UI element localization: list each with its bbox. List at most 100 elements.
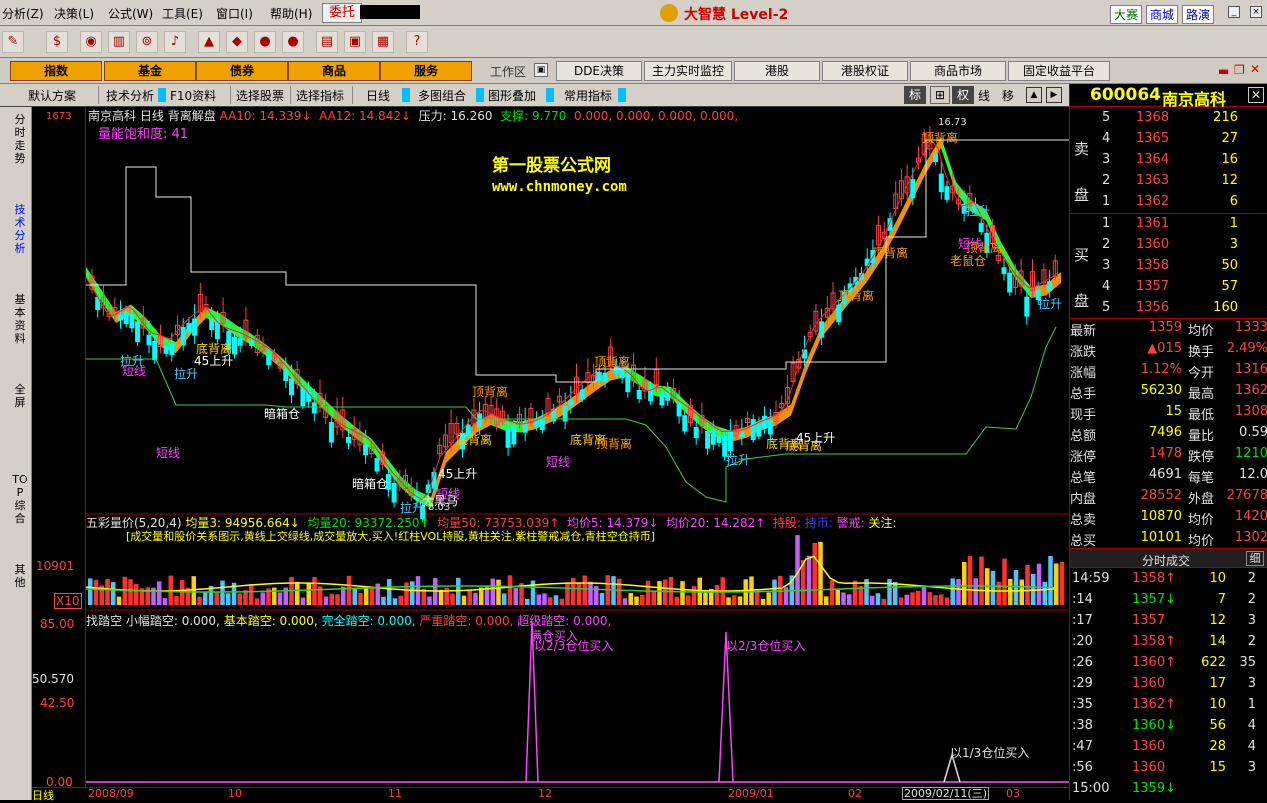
tick-row[interactable]: :56 1360 15 3 [1070, 758, 1267, 779]
nav-commodity-button[interactable]: 商品 [288, 61, 380, 81]
multi-dropdown-icon[interactable] [476, 88, 484, 102]
ask-row[interactable]: 2 1363 12 [1070, 171, 1267, 192]
close-icon[interactable]: × [1250, 6, 1262, 18]
menu-decision[interactable]: 决策(L) [54, 5, 94, 22]
period-dropdown-icon[interactable] [402, 88, 410, 102]
ruler-icon[interactable]: ✎ [2, 31, 24, 53]
glasses-icon[interactable]: ◉ [80, 31, 102, 53]
bid-row[interactable]: 2 1360 3 [1070, 235, 1267, 256]
ctrl-f10[interactable]: F10资料 [170, 87, 216, 104]
ctrl-default-scheme[interactable]: 默认方案 [28, 87, 76, 104]
dropdown-arrow-icon[interactable] [158, 88, 166, 102]
menu-tools[interactable]: 工具(E) [162, 5, 203, 22]
chart-expand-icon[interactable]: ▶ [1046, 87, 1062, 103]
chart-up-icon[interactable]: ▲ [1026, 87, 1042, 103]
nav-bond-button[interactable]: 债券 [196, 61, 288, 81]
window-min-icon[interactable]: ▬ [1218, 64, 1229, 78]
nav-dde-button[interactable]: DDE决策 [556, 61, 642, 81]
tick-row[interactable]: :29 1360 17 3 [1070, 674, 1267, 695]
tick-row[interactable]: :17 1357 12 3 [1070, 611, 1267, 632]
tick-row[interactable]: :38 1360↓ 56 4 [1070, 716, 1267, 737]
print-icon[interactable]: ▤ [316, 31, 338, 53]
tab-other[interactable]: 其他 [12, 563, 28, 589]
ctrl-period-daily[interactable]: 日线 [366, 87, 390, 104]
stat-row[interactable]: 涨停 1478 跌停 1210 [1070, 444, 1267, 465]
tab-basic-info[interactable]: 基本资料 [12, 293, 28, 345]
indicator-dropdown-icon[interactable] [618, 88, 626, 102]
tick-row[interactable]: :26 1360↑ 622 35 [1070, 653, 1267, 674]
books-icon[interactable]: ▦ [372, 31, 394, 53]
stat-row[interactable]: 总卖 10870 均价 1420 [1070, 507, 1267, 528]
minimize-icon[interactable]: _ [1228, 6, 1240, 18]
stat-row[interactable]: 总额 7496 量比 0.59 [1070, 423, 1267, 444]
stat-row[interactable]: 总手 56230 最高 1362 [1070, 381, 1267, 402]
tick-row[interactable]: :14 1357↓ 7 2 [1070, 590, 1267, 611]
bid-row[interactable]: 1 1361 1 [1070, 214, 1267, 235]
nav-market-button[interactable]: 商品市场 [910, 61, 1006, 81]
tick-row[interactable]: :47 1360 28 4 [1070, 737, 1267, 758]
ctrl-select-stock[interactable]: 选择股票 [236, 87, 284, 104]
ctrl-multi-chart[interactable]: 多图组合 [418, 87, 466, 104]
tab-intraday[interactable]: 分时走势 [12, 113, 28, 165]
tab-technical[interactable]: 技术分析 [12, 203, 28, 255]
overlay-dropdown-icon[interactable] [546, 88, 554, 102]
nav-fixed-income-button[interactable]: 固定收益平台 [1008, 61, 1110, 81]
menu-formula[interactable]: 公式(W) [108, 5, 153, 22]
menu-analysis[interactable]: 分析(Z) [2, 5, 44, 22]
ask-row[interactable]: 3 1364 16 [1070, 150, 1267, 171]
stat-row[interactable]: 总笔 4691 每笔 12.0 [1070, 465, 1267, 486]
tick-row[interactable]: :35 1362↑ 10 1 [1070, 695, 1267, 716]
quote-close-icon[interactable]: ✕ [1248, 87, 1264, 103]
entrust-button[interactable]: 委托 [322, 3, 363, 23]
binoculars-icon[interactable]: ⊚ [136, 31, 158, 53]
ctrl-move-button[interactable]: 移 [1002, 87, 1014, 104]
ctrl-mark-button[interactable]: 标 [904, 86, 926, 104]
window-restore-icon[interactable]: ❐ [1234, 63, 1245, 77]
stat-row[interactable]: 涨幅 1.12% 今开 1316 [1070, 360, 1267, 381]
window-icon[interactable]: ▣ [344, 31, 366, 53]
ask-row[interactable]: 4 1365 27 [1070, 129, 1267, 150]
stat-row[interactable]: 内盘 28552 外盘 27678 [1070, 486, 1267, 507]
window-close-icon[interactable]: ✕ [1250, 62, 1260, 76]
ctrl-common-indicator[interactable]: 常用指标 [564, 87, 612, 104]
nav-hk-warrant-button[interactable]: 港股权证 [822, 61, 908, 81]
bid-row[interactable]: 4 1357 57 [1070, 277, 1267, 298]
menu-window[interactable]: 窗口(I) [216, 5, 253, 22]
nav-fund-button[interactable]: 基金 [104, 61, 196, 81]
bid-row[interactable]: 5 1356 160 [1070, 298, 1267, 319]
dollar-icon[interactable]: $ [46, 31, 68, 53]
stat-row[interactable]: 总买 10101 均价 1302 [1070, 528, 1267, 549]
bid-row[interactable]: 3 1358 50 [1070, 256, 1267, 277]
diamond-icon[interactable]: ◆ [226, 31, 248, 53]
nav-service-button[interactable]: 服务 [380, 61, 472, 81]
nav-monitor-button[interactable]: 主力实时监控 [644, 61, 732, 81]
stat-row[interactable]: 现手 15 最低 1308 [1070, 402, 1267, 423]
workspace-toggle-icon[interactable]: ▣ [534, 63, 548, 77]
chart-area[interactable]: 南京高科 日线 背离解盘 AA10: 14.339↓, AA12: 14.842… [86, 107, 1069, 787]
contest-button[interactable]: 大赛 [1110, 5, 1143, 24]
ctrl-right-button[interactable]: 权 [952, 86, 974, 104]
red-circle-icon[interactable]: ● [254, 31, 276, 53]
stat-row[interactable]: 最新 1359 均价 1333 [1070, 318, 1267, 339]
blue-circle-icon[interactable]: ● [282, 31, 304, 53]
stat-row[interactable]: 涨跌 ▲015 换手 2.49% [1070, 339, 1267, 360]
nav-index-button[interactable]: 指数 [10, 61, 102, 81]
menu-help[interactable]: 帮助(H) [270, 5, 312, 22]
ctrl-select-indicator[interactable]: 选择指标 [296, 87, 344, 104]
tab-fullscreen[interactable]: 全屏 [12, 383, 28, 409]
tab-top[interactable]: TOP综合 [12, 473, 28, 525]
tick-detail-button[interactable]: 细 [1246, 551, 1264, 566]
mall-button[interactable]: 商城 [1146, 5, 1179, 24]
ask-row[interactable]: 1 1362 6 [1070, 192, 1267, 213]
roadshow-button[interactable]: 路演 [1182, 5, 1215, 24]
tick-row[interactable]: :20 1358↑ 14 2 [1070, 632, 1267, 653]
help-pointer-icon[interactable]: ? [406, 31, 428, 53]
x-period-label[interactable]: 日线 [32, 787, 54, 803]
tick-row[interactable]: 14:59 1358↑ 10 2 [1070, 569, 1267, 590]
nav-hk-button[interactable]: 港股 [734, 61, 820, 81]
chart-icon[interactable]: ▲ [198, 31, 220, 53]
ask-row[interactable]: 5 1368 216 [1070, 108, 1267, 129]
ctrl-overlay[interactable]: 图形叠加 [488, 87, 536, 104]
ctrl-grid-button[interactable]: ⊞ [930, 86, 950, 104]
ctrl-tech-analysis[interactable]: 技术分析 [106, 87, 154, 104]
